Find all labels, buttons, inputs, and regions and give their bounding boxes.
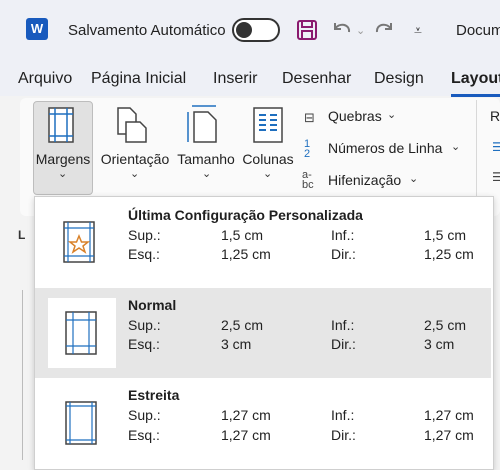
dir-value: 1,27 cm [424, 427, 474, 443]
inf-value: 1,27 cm [424, 407, 474, 423]
margens-chevron-icon: ⌄ [58, 168, 68, 180]
colunas-chevron-icon[interactable]: ⌄ [263, 167, 272, 180]
margins-icon [48, 107, 74, 143]
custom-margin-icon [63, 221, 95, 263]
esq-label: Esq.: [128, 336, 160, 352]
redo-icon[interactable] [374, 19, 396, 41]
inf-label: Inf.: [331, 407, 355, 423]
tab-stop-icon[interactable]: L [18, 228, 25, 242]
inf-value: 1,5 cm [424, 227, 467, 243]
margin-option-narrow[interactable] [35, 378, 491, 468]
hifenizacao-button[interactable]: Hifenização [328, 172, 401, 188]
sup-label: Sup.: [128, 317, 161, 333]
option-title: Estreita [128, 387, 180, 403]
orientation-icon [117, 107, 147, 143]
sup-value: 1,5 cm [221, 227, 264, 243]
dir-label: Dir.: [331, 246, 356, 262]
hifenizacao-chevron-icon[interactable]: ⌄ [409, 172, 418, 185]
dir-value: 1,25 cm [424, 246, 474, 262]
narrow-margin-icon [65, 401, 97, 445]
sup-value: 2,5 cm [221, 317, 264, 333]
tab-pagina-inicial[interactable]: Página Inicial [91, 70, 186, 88]
esq-value: 1,25 cm [221, 246, 271, 262]
autosave-label: Salvamento Automático [68, 22, 226, 39]
customize-toolbar-icon[interactable]: ⩡ [414, 22, 422, 39]
sup-label: Sup.: [128, 227, 161, 243]
ribbon-divider [476, 100, 477, 200]
vertical-ruler [22, 290, 31, 460]
tamanho-button[interactable]: Tamanho [176, 151, 236, 167]
active-tab-indicator [451, 94, 500, 97]
tamanho-chevron-icon[interactable]: ⌄ [202, 167, 211, 180]
normal-margin-icon [65, 311, 97, 355]
sup-label: Sup.: [128, 407, 161, 423]
option-title: Normal [128, 297, 177, 313]
size-icon [187, 105, 217, 143]
dir-label: Dir.: [331, 427, 356, 443]
tab-design[interactable]: Design [374, 70, 424, 88]
quebras-chevron-icon[interactable]: ⌄ [387, 108, 396, 121]
undo-dropdown-icon[interactable]: ⌄ [356, 24, 365, 37]
ribbon-cut-label: R [490, 108, 500, 124]
line-numbers-icon: 12 [304, 138, 311, 160]
tab-layout[interactable]: Layout [451, 70, 500, 88]
orientacao-button[interactable]: Orientação [97, 151, 173, 167]
spacing-icon[interactable]: ☰ [492, 170, 500, 184]
esq-value: 3 cm [221, 336, 252, 352]
save-icon[interactable] [296, 19, 318, 41]
inf-label: Inf.: [331, 227, 355, 243]
sup-value: 1,27 cm [221, 407, 271, 423]
inf-value: 2,5 cm [424, 317, 467, 333]
dir-label: Dir.: [331, 336, 356, 352]
hyphenation-icon: a-bc [302, 169, 314, 191]
esq-label: Esq.: [128, 246, 160, 262]
esq-label: Esq.: [128, 427, 160, 443]
margens-label: Margens [35, 151, 91, 167]
colunas-button[interactable]: Colunas [240, 151, 296, 167]
document-title: Docum [456, 22, 500, 39]
undo-icon[interactable] [330, 19, 352, 41]
option-title: Última Configuração Personalizada [128, 207, 363, 223]
tab-inserir[interactable]: Inserir [213, 70, 257, 88]
quebras-button[interactable]: Quebras [328, 108, 382, 124]
numeros-linha-button[interactable]: Números de Linha [328, 140, 442, 156]
esq-value: 1,27 cm [221, 427, 271, 443]
orientacao-chevron-icon[interactable]: ⌄ [130, 167, 139, 180]
toggle-knob [236, 22, 252, 38]
tab-desenhar[interactable]: Desenhar [282, 70, 351, 88]
numeros-linha-chevron-icon[interactable]: ⌄ [451, 140, 460, 153]
indent-icon[interactable]: ☰ [492, 140, 500, 154]
columns-icon [253, 107, 283, 143]
dir-value: 3 cm [424, 336, 455, 352]
breaks-icon: ⊟ [304, 110, 315, 125]
inf-label: Inf.: [331, 317, 355, 333]
tab-arquivo[interactable]: Arquivo [18, 70, 72, 88]
word-logo-icon: W [26, 18, 48, 40]
